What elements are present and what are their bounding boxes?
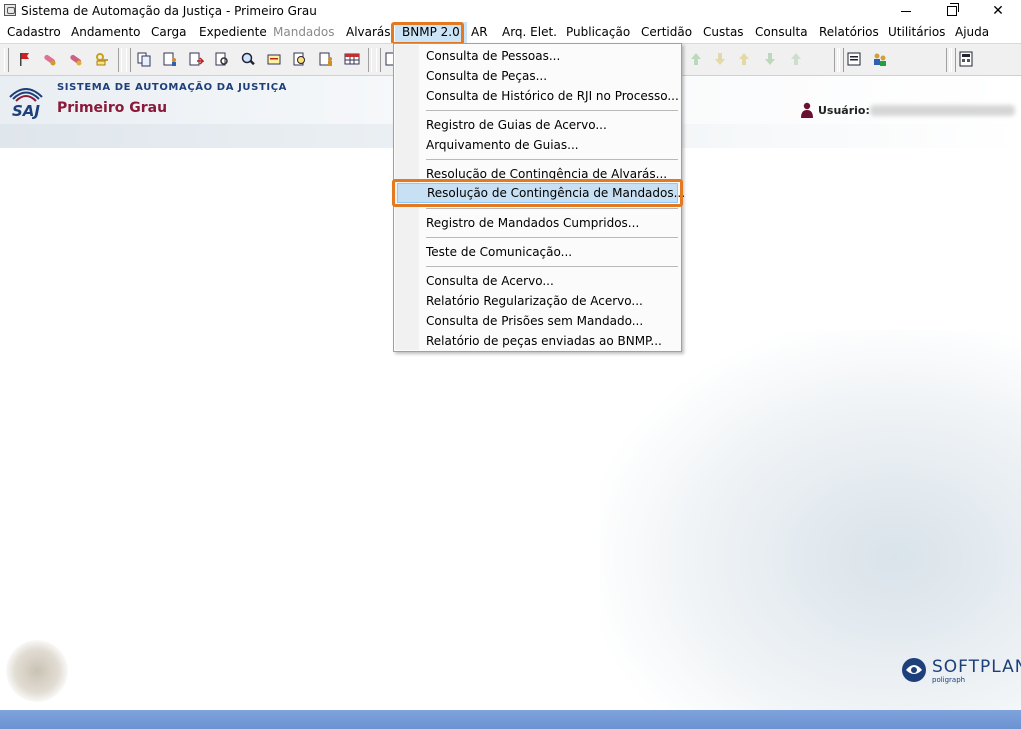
doc-highlight-icon[interactable] xyxy=(266,51,282,67)
menu-ajuda[interactable]: Ajuda xyxy=(955,22,989,43)
doc-arrow-icon[interactable] xyxy=(188,51,204,67)
arrow-down-icon[interactable] xyxy=(712,51,728,67)
menu-bnmp[interactable]: BNMP 2.0 xyxy=(395,22,467,43)
user-label: Usuário: xyxy=(818,104,870,117)
menu-separator xyxy=(426,208,678,209)
menu-ar[interactable]: AR xyxy=(471,22,488,43)
softplan-logo-icon xyxy=(902,658,926,682)
minimize-icon xyxy=(901,10,911,12)
menu-item-contingencia-alvaras[interactable]: Resolução de Contingência de Alvarás... xyxy=(397,164,678,184)
doc-person-icon[interactable] xyxy=(162,51,178,67)
title-bar: Sistema de Automação da Justiça - Primei… xyxy=(0,0,1021,22)
menu-item-regularizacao-acervo[interactable]: Relatório Regularização de Acervo... xyxy=(397,291,678,311)
menu-cadastro[interactable]: Cadastro xyxy=(7,22,61,43)
system-name: SISTEMA DE AUTOMAÇÃO DA JUSTIÇA xyxy=(57,82,287,93)
restore-icon xyxy=(947,3,959,16)
menu-item-historico-rji[interactable]: Consulta de Histórico de RJI no Processo… xyxy=(397,86,679,106)
toolbar-separator xyxy=(118,48,122,72)
arrow-up-faded-icon[interactable] xyxy=(788,51,804,67)
toolbar-separator xyxy=(834,48,838,72)
doc-search-icon[interactable] xyxy=(214,51,230,67)
background-illustration xyxy=(600,330,1021,710)
magnifier-icon[interactable] xyxy=(240,51,256,67)
menu-alvaras[interactable]: Alvarás xyxy=(346,22,391,43)
saj-text: SAJ xyxy=(12,102,40,120)
menu-item-teste-comunicacao[interactable]: Teste de Comunicação... xyxy=(397,242,678,262)
toolbar-grip[interactable] xyxy=(4,48,9,72)
menu-item-registro-guias[interactable]: Registro de Guias de Acervo... xyxy=(397,115,678,135)
menu-separator xyxy=(426,159,678,160)
doc-copy-icon[interactable] xyxy=(136,51,152,67)
menu-andamento[interactable]: Andamento xyxy=(71,22,141,43)
close-button[interactable]: ✕ xyxy=(975,0,1021,22)
menu-bar: Cadastro Andamento Carga Expediente Mand… xyxy=(0,22,1021,43)
menu-item-contingencia-mandados[interactable]: Resolução de Contingência de Mandados... xyxy=(397,183,685,203)
toolbar-separator xyxy=(368,48,372,72)
menu-item-consulta-acervo[interactable]: Consulta de Acervo... xyxy=(397,271,678,291)
menu-expediente[interactable]: Expediente xyxy=(199,22,267,43)
doc-person-alt-icon[interactable] xyxy=(318,51,334,67)
flag-icon[interactable] xyxy=(16,51,32,67)
bnmp-dropdown-menu: Consulta de Pessoas... Consulta de Peças… xyxy=(393,43,685,352)
menu-separator xyxy=(426,110,678,111)
menu-item-prisoes-sem-mandado[interactable]: Consulta de Prisões sem Mandado... xyxy=(397,311,678,331)
softplan-subtitle: poligraph xyxy=(932,676,966,684)
calculator-icon[interactable] xyxy=(958,51,974,67)
menu-item-pecas-enviadas-bnmp[interactable]: Relatório de peças enviadas ao BNMP... xyxy=(397,331,678,351)
pill-alt-icon[interactable] xyxy=(68,51,84,67)
window-title: Sistema de Automação da Justiça - Primei… xyxy=(21,4,317,18)
toolbar-grip[interactable] xyxy=(839,48,844,72)
menu-relatorios[interactable]: Relatórios xyxy=(819,22,879,43)
table-icon[interactable] xyxy=(344,51,360,67)
menu-item-consulta-pessoas[interactable]: Consulta de Pessoas... xyxy=(397,46,678,66)
menu-mandados[interactable]: Mandados xyxy=(273,22,335,43)
close-icon: ✕ xyxy=(992,3,1004,19)
user-name-redacted xyxy=(870,105,1015,116)
toolbar-grip[interactable] xyxy=(376,48,381,72)
toolbar-grip[interactable] xyxy=(951,48,956,72)
app-icon[interactable] xyxy=(4,4,16,16)
status-bar xyxy=(0,710,1021,729)
toolbar-grip[interactable] xyxy=(126,48,131,72)
grau-label: Primeiro Grau xyxy=(57,100,168,116)
toolbar-separator xyxy=(946,48,950,72)
menu-certidao[interactable]: Certidão xyxy=(641,22,692,43)
arrow-up-icon[interactable] xyxy=(688,51,704,67)
menu-item-mandados-cumpridos[interactable]: Registro de Mandados Cumpridos... xyxy=(397,213,678,233)
menu-consulta[interactable]: Consulta xyxy=(755,22,808,43)
menu-separator xyxy=(426,266,678,267)
user-icon xyxy=(801,102,813,118)
menu-custas[interactable]: Custas xyxy=(703,22,744,43)
menu-item-arquivamento-guias[interactable]: Arquivamento de Guias... xyxy=(397,135,678,155)
menu-item-consulta-pecas[interactable]: Consulta de Peças... xyxy=(397,66,678,86)
restore-button[interactable] xyxy=(929,0,975,22)
background-blob xyxy=(6,640,68,702)
magnifier-doc-icon[interactable] xyxy=(292,51,308,67)
arrow-down-alt-icon[interactable] xyxy=(762,51,778,67)
menu-publicacao[interactable]: Publicação xyxy=(566,22,630,43)
people-icon[interactable] xyxy=(872,51,888,67)
arrow-up-alt-icon[interactable] xyxy=(736,51,752,67)
pill-icon[interactable] xyxy=(42,51,58,67)
menu-arq-elet[interactable]: Arq. Elet. xyxy=(502,22,557,43)
softplan-name: SOFTPLAN xyxy=(932,657,1021,677)
report-icon[interactable] xyxy=(846,51,862,67)
minimize-button[interactable] xyxy=(883,0,929,22)
menu-carga[interactable]: Carga xyxy=(151,22,186,43)
keys-icon[interactable] xyxy=(94,51,110,67)
menu-utilitarios[interactable]: Utilitários xyxy=(888,22,945,43)
menu-separator xyxy=(426,237,678,238)
